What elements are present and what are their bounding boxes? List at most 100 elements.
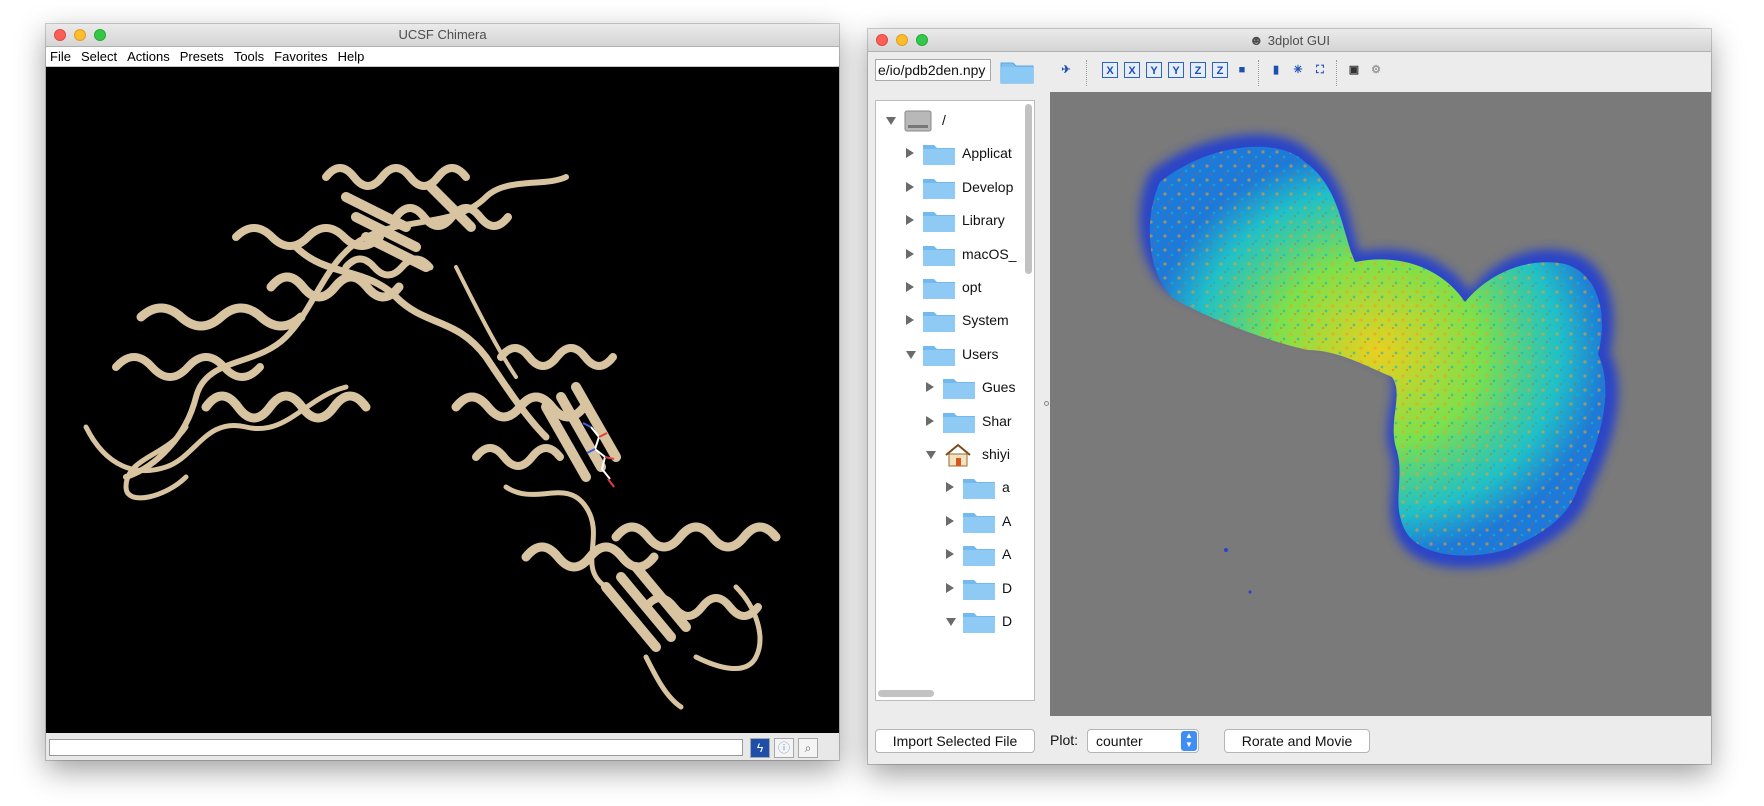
disclosure-collapsed-icon[interactable]: [926, 382, 934, 393]
import-selected-file-button[interactable]: Import Selected File: [875, 729, 1035, 753]
chimera-window: UCSF Chimera File Select Actions Presets Too…: [46, 24, 839, 760]
disclosure-collapsed-icon[interactable]: [946, 582, 954, 593]
system-folder-icon: [923, 312, 955, 333]
chimera-title: UCSF Chimera: [398, 27, 487, 42]
menu-file[interactable]: File: [48, 47, 77, 64]
disclosure-collapsed-icon[interactable]: [946, 482, 954, 493]
tree-item-label: D: [1002, 579, 1013, 596]
tree-item-label: System: [962, 312, 1009, 329]
rotate-axes-icon[interactable]: ✈: [1058, 62, 1074, 78]
tree-item-label: Library: [962, 212, 1005, 229]
view-x-icon[interactable]: X: [1102, 62, 1118, 78]
view-z-icon[interactable]: Z: [1190, 62, 1206, 78]
toolbar-separator: [1336, 60, 1338, 86]
tree-horizontal-scrollbar[interactable]: [878, 690, 934, 697]
plot-label: Plot:: [1050, 732, 1079, 748]
file-tree[interactable]: / Applicat Develop Library macOS_ opt System Us…: [875, 100, 1035, 701]
menu-tools[interactable]: Tools: [232, 47, 270, 64]
disclosure-expanded-icon[interactable]: [886, 117, 896, 125]
view-y-icon[interactable]: Y: [1146, 62, 1162, 78]
command-line-bar: ϟ ⓘ ⌕: [46, 733, 839, 760]
disclosure-collapsed-icon[interactable]: [946, 515, 954, 526]
lightning-icon[interactable]: ϟ: [750, 738, 770, 758]
tree-item-label: Shar: [982, 412, 1012, 429]
open-folder-icon[interactable]: [999, 57, 1035, 85]
minimize-button[interactable]: [74, 29, 86, 41]
close-button[interactable]: [54, 29, 66, 41]
folder-icon: [923, 245, 955, 266]
cube-icon[interactable]: ■: [1234, 62, 1250, 78]
plot3d-titlebar[interactable]: ☻ 3dplot GUI: [868, 29, 1711, 52]
tree-item-label: /: [942, 112, 946, 128]
disclosure-expanded-icon[interactable]: [946, 618, 956, 626]
menu-favorites[interactable]: Favorites: [272, 47, 333, 64]
documents-folder-icon: [963, 613, 995, 633]
disclosure-collapsed-icon[interactable]: [906, 315, 914, 326]
applications-folder-icon: [963, 512, 995, 533]
plot-toolbar: ✈ X X Y Y Z Z ■ ▮ ✳ ⛶ ▣ ⚙: [1050, 54, 1711, 90]
folder-icon: [923, 279, 955, 299]
view-z-reverse-icon[interactable]: Z: [1212, 62, 1228, 78]
home-icon: [945, 443, 971, 467]
disclosure-collapsed-icon[interactable]: [906, 215, 914, 226]
settings-icon[interactable]: ⚙: [1368, 62, 1384, 78]
bottom-controls: Import Selected File Plot: counter ▲ ▼ Ro…: [868, 720, 1711, 764]
folder-icon: [943, 379, 975, 400]
menu-help[interactable]: Help: [336, 47, 371, 64]
rotate-and-movie-button[interactable]: Rorate and Movie: [1224, 729, 1370, 753]
disclosure-collapsed-icon[interactable]: [906, 282, 914, 292]
close-button[interactable]: [876, 34, 888, 46]
zoom-button[interactable]: [916, 34, 928, 46]
disclosure-collapsed-icon[interactable]: [926, 415, 934, 426]
disclosure-collapsed-icon[interactable]: [906, 181, 914, 192]
splitter-handle[interactable]: [1044, 401, 1049, 406]
folder-icon: [963, 479, 995, 500]
minimize-button[interactable]: [896, 34, 908, 46]
plot-type-value: counter: [1096, 733, 1143, 749]
disclosure-expanded-icon[interactable]: [906, 350, 916, 359]
magnifier-icon[interactable]: ⌕: [798, 738, 818, 758]
menu-select[interactable]: Select: [79, 47, 123, 64]
fit-view-icon[interactable]: ⛶: [1312, 62, 1328, 78]
save-icon[interactable]: ▣: [1346, 62, 1362, 78]
tree-item-label: Applicat: [962, 145, 1012, 162]
desktop-folder-icon: [963, 579, 995, 600]
info-icon[interactable]: ⓘ: [774, 738, 794, 758]
points-icon[interactable]: ✳: [1290, 62, 1306, 78]
colorbar-icon[interactable]: ▮: [1268, 62, 1284, 78]
density-plot-area[interactable]: [1050, 92, 1711, 716]
zoom-button[interactable]: [94, 29, 106, 41]
tree-item-label: shiyi: [982, 446, 1011, 462]
users-folder-icon: [923, 345, 955, 366]
tree-item-label: A: [1002, 512, 1012, 529]
disclosure-expanded-icon[interactable]: [926, 451, 936, 459]
menu-actions[interactable]: Actions: [125, 47, 176, 64]
tree-item-label: opt: [962, 279, 982, 295]
chimera-titlebar[interactable]: UCSF Chimera: [46, 24, 839, 47]
view-x-reverse-icon[interactable]: X: [1124, 62, 1140, 78]
protein-ribbon-structure: [83, 164, 781, 710]
disclosure-collapsed-icon[interactable]: [906, 148, 914, 159]
menu-presets[interactable]: Presets: [178, 47, 230, 64]
plot3d-window: ☻ 3dplot GUI e/io/pdb2den.npy / Applicat De…: [868, 29, 1711, 764]
disclosure-collapsed-icon[interactable]: [946, 549, 954, 560]
applications-folder-icon: [923, 145, 955, 166]
chevron-updown-icon: ▲ ▼: [1181, 731, 1197, 751]
plot3d-title: 3dplot GUI: [1267, 33, 1330, 48]
disk-icon: [904, 110, 932, 132]
tree-vertical-scrollbar[interactable]: [1025, 104, 1032, 274]
density-map-image: [1139, 134, 1619, 594]
view-y-reverse-icon[interactable]: Y: [1168, 62, 1184, 78]
library-folder-icon: [923, 212, 955, 233]
chimera-menubar: File Select Actions Presets Tools Favorites He…: [46, 47, 839, 67]
tree-item-label: A: [1002, 546, 1012, 563]
toolbar-separator: [1258, 60, 1260, 86]
disclosure-collapsed-icon[interactable]: [906, 248, 914, 259]
folder-icon: [943, 412, 975, 433]
file-path-field[interactable]: e/io/pdb2den.npy: [875, 59, 991, 81]
command-line-input[interactable]: [49, 739, 743, 756]
tree-item-label: D: [1002, 613, 1013, 629]
plot-type-select[interactable]: counter ▲ ▼: [1087, 729, 1199, 753]
molecule-viewport[interactable]: [46, 67, 839, 733]
folder-icon: [963, 546, 995, 567]
